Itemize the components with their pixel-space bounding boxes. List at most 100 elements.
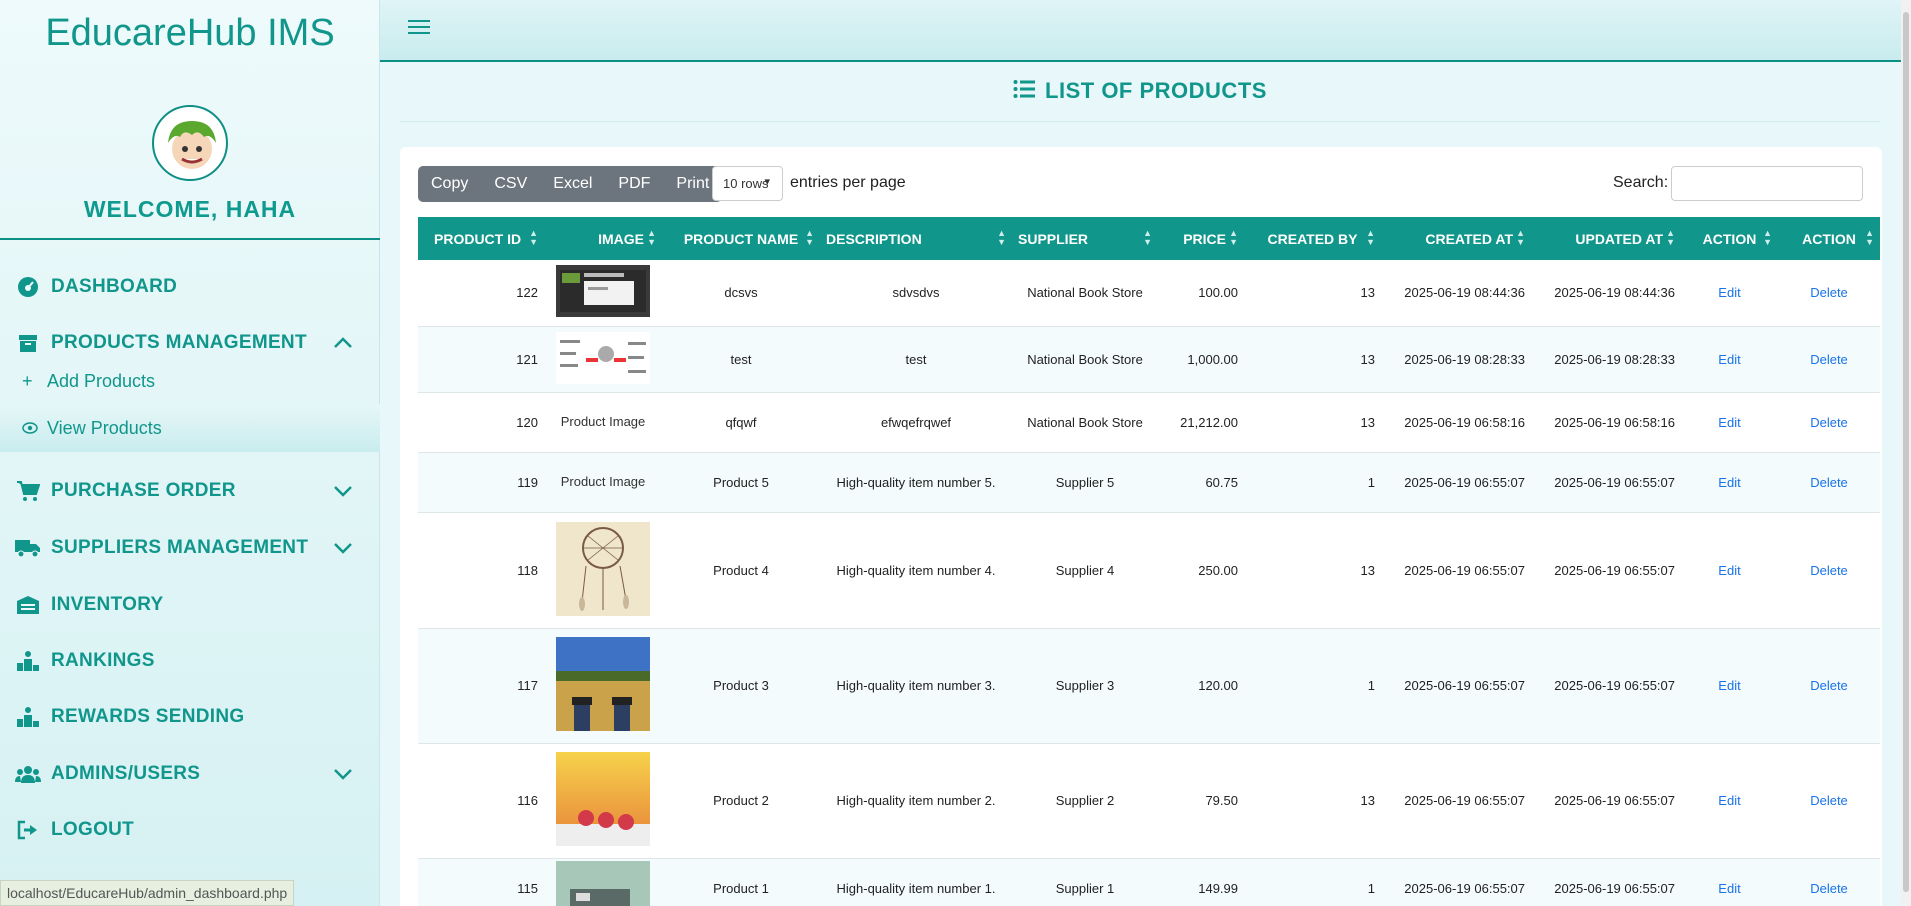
subitem-label: Add Products <box>47 370 156 391</box>
pdf-button[interactable]: PDF <box>605 166 663 202</box>
sidebar-subitem-add-products[interactable]: + Add Products <box>0 358 380 404</box>
edit-link[interactable]: Edit <box>1681 858 1778 906</box>
dashboard-gauge-icon <box>14 273 42 301</box>
sidebar-item-rewards-sending[interactable]: REWARDS SENDING <box>0 697 380 737</box>
sidebar-divider <box>0 238 380 240</box>
delete-link[interactable]: Delete <box>1778 392 1880 453</box>
sidebar-item-purchase-order[interactable]: PURCHASE ORDER <box>0 471 380 511</box>
sort-arrows-icon: ▲ ▼ <box>1143 228 1152 247</box>
table-row: 122 dcsvs sdvsdvs National Book Store 100.00… <box>418 260 1880 327</box>
cell-updated-at: 2025-06-19 08:44:36 <box>1531 260 1681 327</box>
sidebar-item-dashboard[interactable]: DASHBOARD <box>0 267 380 307</box>
product-image <box>550 265 656 320</box>
cell-description: test <box>820 326 1012 393</box>
search-input[interactable] <box>1671 166 1863 201</box>
table-row: 115 Product 1 High-quality item number 1. S… <box>418 858 1880 906</box>
cell-price: 149.99 <box>1158 858 1244 906</box>
product-image <box>550 331 656 387</box>
excel-button[interactable]: Excel <box>540 166 605 202</box>
sort-arrows-icon: ▲ ▼ <box>805 228 814 247</box>
sidebar-item-suppliers-management[interactable]: SUPPLIERS MANAGEMENT <box>0 528 380 568</box>
edit-link[interactable]: Edit <box>1681 260 1778 327</box>
column-header[interactable]: PRICE ▲ ▼ <box>1158 217 1244 260</box>
cell-price: 1,000.00 <box>1158 326 1244 393</box>
delete-link[interactable]: Delete <box>1778 326 1880 393</box>
cell-created-at: 2025-06-19 06:55:07 <box>1381 628 1531 744</box>
scrollbar-thumb[interactable] <box>1903 12 1909 892</box>
column-header[interactable]: CREATED BY ▲ ▼ <box>1244 217 1381 260</box>
edit-link[interactable]: Edit <box>1681 452 1778 513</box>
edit-link[interactable]: Edit <box>1681 512 1778 629</box>
sidebar-item-logout[interactable]: LOGOUT <box>0 810 380 850</box>
logout-icon <box>14 816 42 844</box>
cell-created-by: 13 <box>1244 743 1381 859</box>
column-header[interactable]: ACTION ▲ ▼ <box>1778 217 1880 260</box>
delete-link[interactable]: Delete <box>1778 260 1880 327</box>
column-header[interactable]: PRODUCT ID ▲ ▼ <box>418 217 544 260</box>
cell-image: Product Image <box>544 392 662 453</box>
edit-link[interactable]: Edit <box>1681 628 1778 744</box>
sidebar-subitem-view-products[interactable]: View Products <box>0 404 380 452</box>
cell-updated-at: 2025-06-19 06:55:07 <box>1531 452 1681 513</box>
cell-price: 250.00 <box>1158 512 1244 629</box>
sidebar-item-products-management[interactable]: PRODUCTS MANAGEMENT <box>0 323 380 363</box>
sidebar-item-rankings[interactable]: RANKINGS <box>0 641 380 681</box>
cell-updated-at: 2025-06-19 06:55:07 <box>1531 512 1681 629</box>
subitem-label: View Products <box>47 417 162 438</box>
rows-per-page-select[interactable]: 10 rows ▾ <box>712 166 783 201</box>
edit-link[interactable]: Edit <box>1681 743 1778 859</box>
copy-button[interactable]: Copy <box>418 166 481 202</box>
cell-product-id: 116 <box>418 743 544 859</box>
cell-supplier: Supplier 2 <box>1012 743 1158 859</box>
cell-image <box>544 743 662 859</box>
cell-product-id: 119 <box>418 452 544 513</box>
cell-description: High-quality item number 4. <box>820 512 1012 629</box>
csv-button[interactable]: CSV <box>481 166 540 202</box>
table-row: 116 Product 2 High-quality item number 2. S… <box>418 743 1880 859</box>
cell-product-id: 121 <box>418 326 544 393</box>
column-header[interactable]: UPDATED AT ▲ ▼ <box>1531 217 1681 260</box>
delete-link[interactable]: Delete <box>1778 452 1880 513</box>
edit-link[interactable]: Edit <box>1681 326 1778 393</box>
broken-image-placeholder: Product Image <box>560 474 646 489</box>
delete-link[interactable]: Delete <box>1778 858 1880 906</box>
sidebar-item-inventory[interactable]: INVENTORY <box>0 585 380 625</box>
podium-icon <box>14 703 42 731</box>
edit-link[interactable]: Edit <box>1681 392 1778 453</box>
delete-link[interactable]: Delete <box>1778 743 1880 859</box>
products-table: PRODUCT ID ▲ ▼ IMAGE ▲ ▼ PRODUCT NAME ▲ ▼ DESCRIP… <box>418 217 1880 906</box>
top-bar <box>380 0 1901 62</box>
sort-arrows-icon: ▲ ▼ <box>997 228 1006 247</box>
hamburger-menu-icon[interactable] <box>408 16 430 38</box>
delete-link[interactable]: Delete <box>1778 628 1880 744</box>
product-image <box>550 860 656 906</box>
column-header[interactable]: CREATED AT ▲ ▼ <box>1381 217 1531 260</box>
cell-product-id: 122 <box>418 260 544 327</box>
cell-product-name: Product 5 <box>662 452 820 513</box>
column-header[interactable]: ACTION ▲ ▼ <box>1681 217 1778 260</box>
sidebar-item-label: REWARDS SENDING <box>51 706 245 727</box>
cell-updated-at: 2025-06-19 06:55:07 <box>1531 858 1681 906</box>
cell-updated-at: 2025-06-19 06:55:07 <box>1531 628 1681 744</box>
column-header[interactable]: PRODUCT NAME ▲ ▼ <box>662 217 820 260</box>
column-header[interactable]: SUPPLIER ▲ ▼ <box>1012 217 1158 260</box>
cell-supplier: National Book Store <box>1012 326 1158 393</box>
cell-description: sdvsdvs <box>820 260 1012 327</box>
cell-created-by: 13 <box>1244 326 1381 393</box>
cell-supplier: Supplier 4 <box>1012 512 1158 629</box>
search-label: Search: <box>1613 174 1669 191</box>
cell-created-at: 2025-06-19 06:58:16 <box>1381 392 1531 453</box>
cell-image <box>544 326 662 393</box>
users-icon <box>14 760 42 788</box>
broken-image-placeholder: Product Image <box>560 414 646 429</box>
cell-image <box>544 260 662 327</box>
column-header-label: DESCRIPTION <box>826 230 922 247</box>
column-header[interactable]: IMAGE ▲ ▼ <box>544 217 662 260</box>
scrollbar[interactable] <box>1901 0 1911 906</box>
delete-link[interactable]: Delete <box>1778 512 1880 629</box>
cell-image: Product Image <box>544 452 662 513</box>
sidebar-item-label: RANKINGS <box>51 650 155 671</box>
title-divider <box>400 121 1880 122</box>
sidebar-item-admins-users[interactable]: ADMINS/USERS <box>0 754 380 794</box>
column-header[interactable]: DESCRIPTION ▲ ▼ <box>820 217 1012 260</box>
